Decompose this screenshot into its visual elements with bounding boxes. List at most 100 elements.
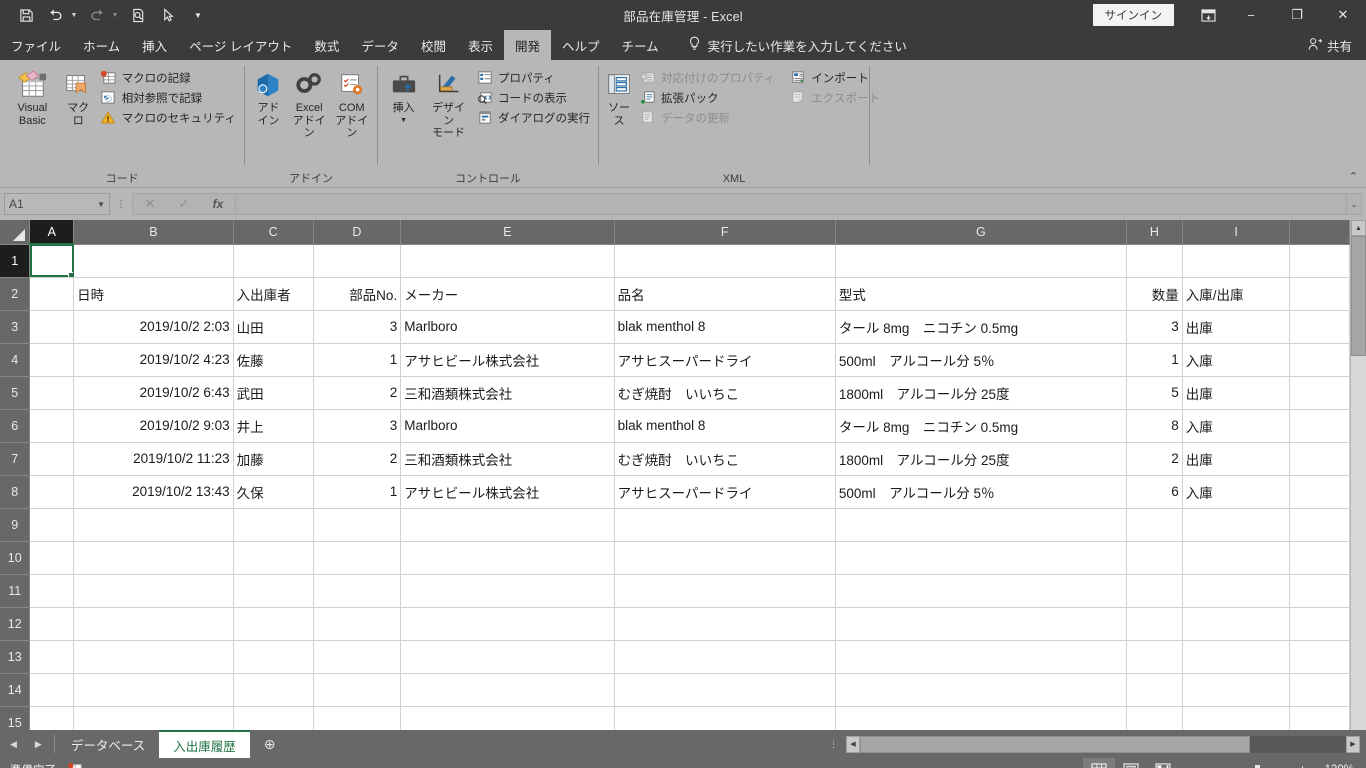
cell-x11[interactable] (1289, 574, 1350, 608)
row-header-11[interactable]: 11 (0, 574, 31, 608)
design-mode-button[interactable]: デザイン モード (425, 66, 472, 140)
cell-F5[interactable]: むぎ焼酎 いいちこ (614, 376, 836, 410)
print-preview-icon[interactable] (124, 3, 152, 27)
cell-A7[interactable] (29, 442, 75, 476)
cell-E7[interactable]: 三和酒類株式会社 (400, 442, 615, 476)
cell-D4[interactable]: 1 (313, 343, 402, 377)
cell-B8[interactable]: 2019/10/2 13:43 (73, 475, 234, 509)
visual-basic-button[interactable]: Visual Basic (4, 66, 61, 127)
cell-E12[interactable] (400, 607, 615, 641)
cell-E8[interactable]: アサヒビール株式会社 (400, 475, 615, 509)
cell-I8[interactable]: 入庫 (1182, 475, 1291, 509)
macro-security-button[interactable]: マクロのセキュリティ (96, 108, 240, 127)
cell-F8[interactable]: アサヒスーパードライ (614, 475, 836, 509)
cell-x12[interactable] (1289, 607, 1350, 641)
cell-E3[interactable]: Marlboro (400, 310, 615, 344)
tab-help[interactable]: ヘルプ (551, 30, 611, 60)
cell-E9[interactable] (400, 508, 615, 542)
tab-insert[interactable]: 挿入 (131, 30, 178, 60)
relative-reference-button[interactable]: 相対参照で記録 (96, 88, 240, 107)
cell-F2[interactable]: 品名 (614, 277, 836, 311)
cell-G6[interactable]: タール 8mg ニコチン 0.5mg (835, 409, 1127, 443)
cell-x9[interactable] (1289, 508, 1350, 542)
cell-G14[interactable] (835, 673, 1127, 707)
cell-I13[interactable] (1182, 640, 1291, 674)
enter-formula-icon[interactable]: ✓ (167, 196, 201, 212)
cell-I12[interactable] (1182, 607, 1291, 641)
tab-view[interactable]: 表示 (457, 30, 504, 60)
xml-source-button[interactable]: ソース (603, 66, 635, 127)
row-header-7[interactable]: 7 (0, 442, 31, 476)
share-button[interactable]: 共有 (1308, 30, 1366, 60)
tab-page-layout[interactable]: ページ レイアウト (178, 30, 303, 60)
cell-D14[interactable] (313, 673, 402, 707)
horizontal-scroll-thumb[interactable] (860, 735, 1250, 753)
cell-H2[interactable]: 数量 (1126, 277, 1183, 311)
cell-H3[interactable]: 3 (1126, 310, 1183, 344)
row-header-6[interactable]: 6 (0, 409, 31, 443)
cell-x5[interactable] (1289, 376, 1350, 410)
cell-x10[interactable] (1289, 541, 1350, 575)
cell-F15[interactable] (614, 706, 836, 730)
com-addins-button[interactable]: COM アドイン (330, 66, 373, 140)
cell-A10[interactable] (29, 541, 75, 575)
column-header-c[interactable]: C (233, 220, 314, 245)
cell-D6[interactable]: 3 (313, 409, 402, 443)
cell-F4[interactable]: アサヒスーパードライ (614, 343, 836, 377)
cell-A12[interactable] (29, 607, 75, 641)
cell-D7[interactable]: 2 (313, 442, 402, 476)
horizontal-scroll-track[interactable] (860, 735, 1346, 753)
cell-B5[interactable]: 2019/10/2 6:43 (73, 376, 234, 410)
cell-B10[interactable] (73, 541, 234, 575)
cell-C7[interactable]: 加藤 (233, 442, 314, 476)
cell-C1[interactable] (233, 244, 314, 278)
column-header-blank[interactable] (1289, 220, 1350, 245)
cell-I1[interactable] (1182, 244, 1291, 278)
cell-C4[interactable]: 佐藤 (233, 343, 314, 377)
close-button[interactable]: ✕ (1320, 0, 1366, 30)
cell-I6[interactable]: 入庫 (1182, 409, 1291, 443)
macro-record-status-icon[interactable] (68, 762, 82, 768)
row-header-3[interactable]: 3 (0, 310, 31, 344)
cell-H12[interactable] (1126, 607, 1183, 641)
cell-x15[interactable] (1289, 706, 1350, 730)
cell-D15[interactable] (313, 706, 402, 730)
pointer-icon[interactable] (154, 3, 182, 27)
view-code-button[interactable]: コードの表示 (472, 88, 594, 107)
cell-E2[interactable]: メーカー (400, 277, 615, 311)
vertical-scroll-track[interactable] (1351, 356, 1366, 730)
column-header-d[interactable]: D (313, 220, 402, 245)
restore-button[interactable]: ❐ (1274, 0, 1320, 30)
row-header-13[interactable]: 13 (0, 640, 31, 674)
cell-D3[interactable]: 3 (313, 310, 402, 344)
cell-I10[interactable] (1182, 541, 1291, 575)
cell-B15[interactable] (73, 706, 234, 730)
cell-F6[interactable]: blak menthol 8 (614, 409, 836, 443)
normal-view-button[interactable] (1082, 758, 1115, 768)
cell-H10[interactable] (1126, 541, 1183, 575)
cell-H14[interactable] (1126, 673, 1183, 707)
cell-B7[interactable]: 2019/10/2 11:23 (73, 442, 234, 476)
ribbon-display-options-icon[interactable] (1188, 0, 1228, 30)
cell-A2[interactable] (29, 277, 75, 311)
row-header-12[interactable]: 12 (0, 607, 31, 641)
insert-control-button[interactable]: 挿入 ▼ (382, 66, 425, 127)
cell-D9[interactable] (313, 508, 402, 542)
tab-file[interactable]: ファイル (0, 30, 72, 60)
cell-E1[interactable] (400, 244, 615, 278)
cell-D1[interactable] (313, 244, 402, 278)
row-header-1[interactable]: 1 (0, 244, 31, 278)
cell-D12[interactable] (313, 607, 402, 641)
zoom-in-button[interactable]: + (1299, 764, 1306, 768)
cell-C11[interactable] (233, 574, 314, 608)
cell-F3[interactable]: blak menthol 8 (614, 310, 836, 344)
cell-G11[interactable] (835, 574, 1127, 608)
cell-C2[interactable]: 入出庫者 (233, 277, 314, 311)
cell-x3[interactable] (1289, 310, 1350, 344)
sign-in-button[interactable]: サインイン (1092, 4, 1174, 26)
cell-G12[interactable] (835, 607, 1127, 641)
cell-D8[interactable]: 1 (313, 475, 402, 509)
cell-G5[interactable]: 1800ml アルコール分 25度 (835, 376, 1127, 410)
worksheet-grid[interactable]: ABCDEFGHI 1 2 日時 入出庫者 部品No. メーカー 品名 型式 数量 入庫/出庫 3 2… (0, 220, 1350, 730)
cell-I14[interactable] (1182, 673, 1291, 707)
